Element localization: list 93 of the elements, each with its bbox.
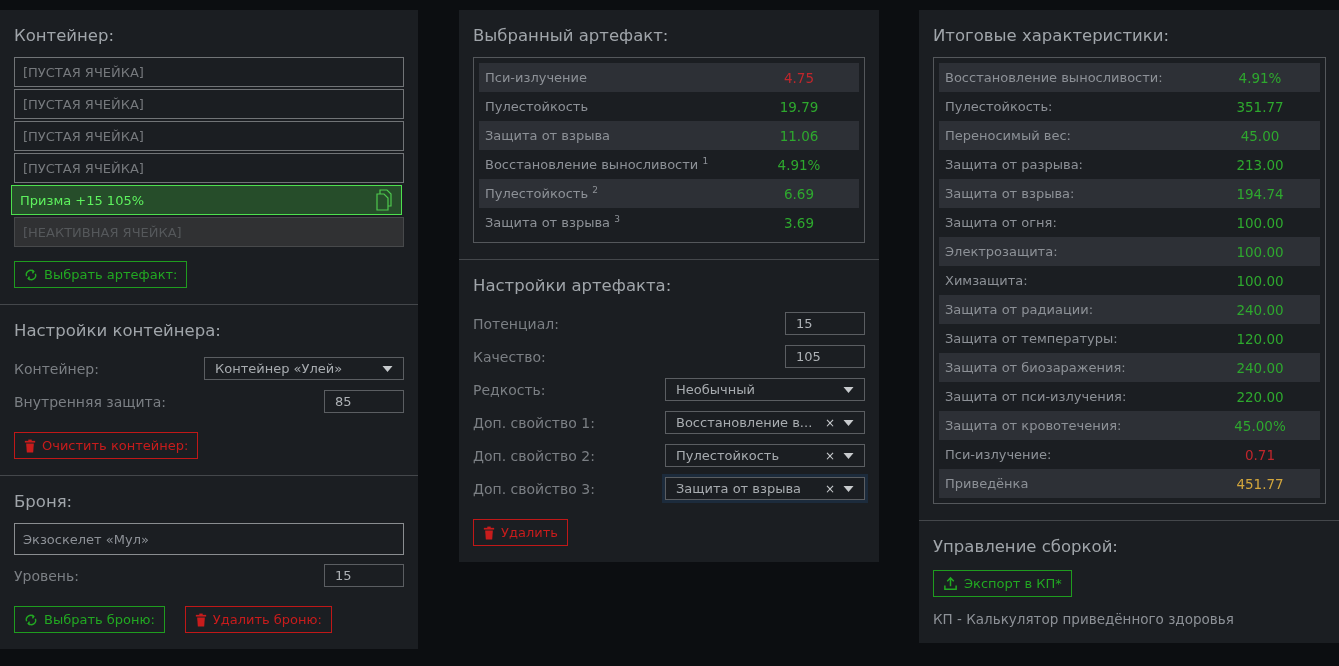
number-field[interactable]: 15 bbox=[785, 312, 865, 335]
field-label: Внутренняя защита: bbox=[14, 393, 167, 410]
select-button[interactable]: Выбрать броню: bbox=[14, 606, 165, 633]
caret-icon bbox=[382, 365, 393, 372]
empty-slot[interactable]: [ПУСТАЯ ЯЧЕЙКА] bbox=[14, 121, 404, 151]
section-title: Броня: bbox=[14, 492, 74, 511]
stat-value: 194.74 bbox=[1235, 185, 1285, 202]
copy-icon[interactable] bbox=[375, 189, 393, 211]
empty-slot[interactable]: [ПУСТАЯ ЯЧЕЙКА] bbox=[14, 57, 404, 87]
section-title: Контейнер: bbox=[14, 26, 116, 45]
stat-label: Пулестойкость: bbox=[945, 99, 1054, 114]
stat-value: 220.00 bbox=[1235, 388, 1285, 405]
trash-icon bbox=[483, 525, 495, 540]
field-label: Доп. свойство 2: bbox=[473, 447, 595, 464]
stat-label: Защита от разрыва: bbox=[945, 157, 1084, 172]
stat-label: Пси-излучение bbox=[485, 70, 589, 85]
section-title: Настройки артефакта: bbox=[473, 276, 673, 295]
stat-value: 451.77 bbox=[1235, 475, 1285, 492]
stat-value: 19.79 bbox=[778, 98, 820, 115]
stat-label: Электрозащита: bbox=[945, 244, 1059, 259]
stat-label: Восстановление выносливости: bbox=[945, 70, 1164, 85]
section-title: Настройки контейнера: bbox=[14, 321, 222, 340]
dropdown[interactable]: Пулестойкость × bbox=[665, 444, 865, 467]
refresh-icon bbox=[24, 612, 38, 627]
stat-value: 4.91% bbox=[776, 156, 822, 173]
clear-button[interactable]: × bbox=[824, 481, 835, 496]
stat-value: 240.00 bbox=[1235, 359, 1285, 376]
stat-value: 351.77 bbox=[1235, 98, 1285, 115]
field-label: Доп. свойство 3: bbox=[473, 480, 595, 497]
stat-label: Защита от взрыва bbox=[485, 128, 612, 143]
number-field[interactable]: 15 bbox=[324, 564, 404, 587]
stat-label: Восстановление выносливости $^{1}$ bbox=[485, 156, 710, 173]
field-label: Контейнер: bbox=[14, 360, 99, 377]
stat-label: Защита от температуры: bbox=[945, 331, 1119, 346]
stat-label: Защита от радиации: bbox=[945, 302, 1095, 317]
upload-icon bbox=[943, 576, 958, 591]
dropdown[interactable]: Необычный bbox=[665, 378, 865, 401]
stat-label: Приведёнка bbox=[945, 476, 1030, 491]
stat-label: Защита от взрыва: bbox=[945, 186, 1076, 201]
dropdown[interactable]: Восстановление в... × bbox=[665, 411, 865, 434]
field-label: Редкость: bbox=[473, 381, 546, 398]
stat-label: Переносимый вес: bbox=[945, 128, 1072, 143]
field-label: Качество: bbox=[473, 348, 546, 365]
stat-label: Химзащита: bbox=[945, 273, 1029, 288]
stat-label: Защита от кровотечения: bbox=[945, 418, 1123, 433]
stat-value: 6.69 bbox=[782, 185, 816, 202]
stat-value: 0.71 bbox=[1243, 446, 1277, 463]
stat-value: 45.00 bbox=[1239, 127, 1281, 144]
footnote-text: КП - Калькулятор приведённого здоровья bbox=[933, 611, 1235, 627]
stat-value: 11.06 bbox=[778, 127, 820, 144]
stat-value: 4.91% bbox=[1237, 69, 1283, 86]
stat-value: 100.00 bbox=[1235, 214, 1285, 231]
number-field[interactable]: 85 bbox=[324, 390, 404, 413]
caret-icon bbox=[843, 485, 854, 492]
stat-label: Защита от взрыва $^{3}$ bbox=[485, 214, 621, 231]
stat-label: Пси-излучение: bbox=[945, 447, 1053, 462]
stat-label: Пулестойкость bbox=[485, 99, 590, 114]
stat-value: 45.00% bbox=[1233, 417, 1287, 434]
field-label: Доп. свойство 1: bbox=[473, 414, 595, 431]
dropdown[interactable]: Контейнер «Улей» bbox=[204, 357, 404, 380]
stat-value: 4.75 bbox=[782, 69, 816, 86]
trash-icon bbox=[194, 612, 207, 627]
dropdown[interactable]: Защита от взрыва × bbox=[665, 477, 865, 500]
caret-icon bbox=[843, 386, 854, 393]
stat-label: Защита от огня: bbox=[945, 215, 1058, 230]
section-title: Управление сборкой: bbox=[933, 537, 1119, 556]
section-title: Итоговые характеристики: bbox=[933, 26, 1170, 45]
number-field[interactable]: 105 bbox=[785, 345, 865, 368]
armor-field[interactable]: Экзоскелет «Мул» bbox=[14, 523, 404, 555]
stat-label: Защита от пси-излучения: bbox=[945, 389, 1128, 404]
stat-value: 3.69 bbox=[782, 214, 816, 231]
stat-label: Защита от биозаражения: bbox=[945, 360, 1127, 375]
field-label: Уровень: bbox=[14, 567, 79, 584]
caret-icon bbox=[843, 419, 854, 426]
trash-icon bbox=[24, 438, 36, 453]
stat-value: 100.00 bbox=[1235, 272, 1285, 289]
stat-value: 120.00 bbox=[1235, 330, 1285, 347]
artifact-slot[interactable]: Призма +15 105% bbox=[11, 185, 402, 215]
empty-slot[interactable]: [ПУСТАЯ ЯЧЕЙКА] bbox=[14, 89, 404, 119]
section-title: Выбранный артефакт: bbox=[473, 26, 670, 45]
field-label: Потенциал: bbox=[473, 315, 559, 332]
stat-value: 213.00 bbox=[1235, 156, 1285, 173]
export-button[interactable]: Экспорт в КП* bbox=[933, 570, 1072, 597]
slot-text: Призма +15 105% bbox=[20, 192, 145, 208]
caret-icon bbox=[843, 452, 854, 459]
stat-value: 240.00 bbox=[1235, 301, 1285, 318]
empty-slot[interactable]: [ПУСТАЯ ЯЧЕЙКА] bbox=[14, 153, 404, 183]
select-button[interactable]: Выбрать артефакт: bbox=[14, 261, 188, 288]
clear-button[interactable]: × bbox=[824, 448, 835, 463]
refresh-icon bbox=[24, 267, 38, 282]
clear-button[interactable]: × bbox=[824, 415, 835, 430]
stat-value: 100.00 bbox=[1235, 243, 1285, 260]
stat-label: Пулестойкость $^{2}$ bbox=[485, 185, 599, 202]
